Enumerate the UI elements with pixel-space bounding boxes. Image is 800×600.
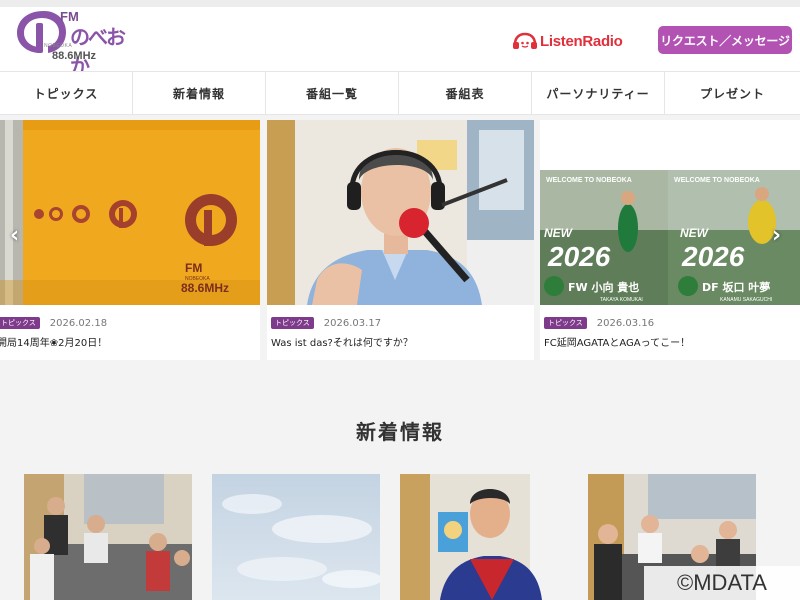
topics-carousel: FM NOBEOKA 88.6MHz トピックス 2026.02.18 開局14…	[0, 120, 800, 361]
category-badge: トピックス	[271, 317, 314, 329]
card-image	[267, 120, 534, 305]
site-header: FM のべおか NOBEOKA 88.6MHz ListenRadio リクエス…	[0, 7, 800, 78]
card-title[interactable]: Was ist das?それは何ですか？	[271, 334, 413, 349]
wall-fm-text: FM	[185, 261, 202, 275]
player2-roman: KANAMU SAKAGUCHI	[720, 297, 772, 303]
news-thumbnail[interactable]	[400, 474, 568, 600]
carousel-card[interactable]: トピックス 2026.03.17 Was ist das?それは何ですか？	[267, 120, 534, 360]
news-thumbnail[interactable]	[24, 474, 192, 600]
logo-city-text: NOBEOKA	[44, 43, 73, 49]
headphones-icon	[512, 32, 538, 50]
nav-item-news[interactable]: 新着情報	[133, 72, 266, 114]
welcome-text-2: WELCOME TO NOBEOKA	[674, 177, 760, 184]
top-strip	[0, 0, 800, 7]
station-logo[interactable]: FM のべおか NOBEOKA 88.6MHz	[14, 7, 126, 78]
nav-item-topics[interactable]: トピックス	[0, 72, 133, 114]
card-date: 2026.03.17	[323, 317, 382, 329]
carousel-card[interactable]: FM NOBEOKA 88.6MHz トピックス 2026.02.18 開局14…	[0, 120, 260, 360]
card-meta: トピックス 2026.03.16	[544, 317, 654, 329]
chevron-right-icon[interactable]: ›	[772, 225, 781, 247]
category-badge: トピックス	[0, 317, 40, 329]
year-label-1: 2026	[547, 241, 611, 272]
card-image: FM NOBEOKA 88.6MHz	[0, 120, 260, 305]
request-message-button[interactable]: リクエスト／メッセージ	[658, 26, 792, 54]
nav-item-schedule[interactable]: 番組表	[399, 72, 532, 114]
chevron-left-icon[interactable]: ‹	[10, 225, 19, 247]
year-label-2: 2026	[681, 241, 745, 272]
card-date: 2026.02.18	[49, 317, 108, 329]
nav-item-programs[interactable]: 番組一覧	[266, 72, 399, 114]
card-meta: トピックス 2026.02.18	[0, 317, 107, 329]
nav-item-personalities[interactable]: パーソナリティー	[532, 72, 665, 114]
news-section-title: 新着情報	[356, 420, 444, 444]
welcome-text-1: WELCOME TO NOBEOKA	[546, 177, 632, 184]
player2-name: DF 坂口 叶夢	[702, 280, 770, 294]
player1-roman: TAKAYA KOMUKAI	[600, 297, 643, 303]
new-label-1: NEW	[544, 226, 574, 240]
category-badge: トピックス	[544, 317, 587, 329]
card-title[interactable]: 開局14周年❀2月20日！	[0, 334, 107, 349]
nav-item-presents[interactable]: プレゼント	[665, 72, 800, 114]
news-thumbnail[interactable]	[212, 474, 380, 600]
wall-freq-text: 88.6MHz	[181, 281, 229, 295]
carousel-card[interactable]: WELCOME TO NOBEOKA WELCOME TO NOBEOKA NE…	[540, 120, 800, 360]
card-image: WELCOME TO NOBEOKA WELCOME TO NOBEOKA NE…	[540, 120, 800, 305]
card-meta: トピックス 2026.03.17	[271, 317, 381, 329]
card-title[interactable]: FC延岡AGATAとAGAってこー！	[544, 334, 690, 349]
copyright-watermark: ©MDATA	[644, 566, 800, 600]
new-label-2: NEW	[680, 226, 710, 240]
listen-radio-label: ListenRadio	[540, 32, 623, 50]
card-date: 2026.03.16	[596, 317, 655, 329]
listen-radio-link[interactable]: ListenRadio	[512, 31, 623, 51]
player1-name: FW 小向 貴也	[568, 280, 639, 294]
logo-frequency: 88.6MHz	[52, 50, 97, 62]
main-nav: トピックス 新着情報 番組一覧 番組表 パーソナリティー プレゼント	[0, 71, 800, 115]
